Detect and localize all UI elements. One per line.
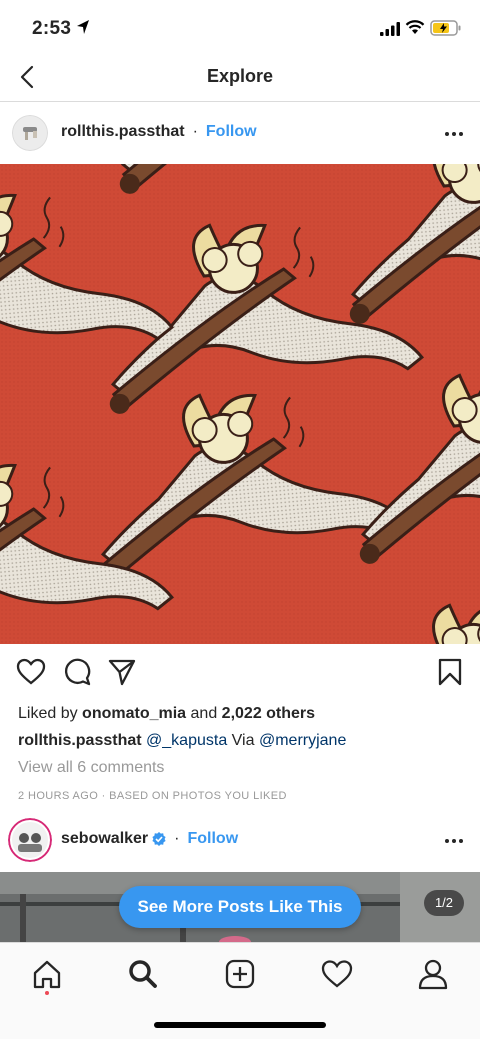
bookmark-icon[interactable] — [438, 658, 462, 686]
notification-dot — [45, 991, 49, 995]
post-username[interactable]: rollthis.passthat — [61, 123, 185, 141]
signal-icon — [380, 22, 400, 36]
separator-dot: · — [192, 123, 198, 140]
image-counter-badge: 1/2 — [424, 890, 464, 916]
post-header: rollthis.passthat · Follow — [0, 102, 480, 164]
liked-and: and — [190, 705, 218, 722]
share-icon[interactable] — [108, 658, 136, 686]
home-indicator — [154, 1022, 326, 1028]
home-icon[interactable] — [30, 957, 64, 991]
post-header: sebowalker · Follow — [0, 809, 480, 871]
battery-icon — [430, 20, 461, 36]
nav-bar: Explore — [0, 56, 480, 102]
profile-icon[interactable] — [416, 957, 450, 991]
heart-icon[interactable] — [16, 658, 46, 686]
add-post-icon[interactable] — [223, 957, 257, 991]
post-username[interactable]: sebowalker — [61, 830, 148, 848]
likes-line: Liked by onomato_mia and 2,022 others — [18, 700, 468, 727]
liked-by-label: Liked by — [18, 705, 78, 722]
page-title: Explore — [206, 66, 274, 86]
follow-button[interactable]: Follow — [187, 830, 238, 848]
post-header-line: rollthis.passthat · Follow — [61, 123, 257, 141]
comment-icon[interactable] — [63, 658, 91, 686]
post-image[interactable] — [0, 164, 480, 644]
follow-button[interactable]: Follow — [206, 123, 257, 141]
view-comments-link[interactable]: View all 6 comments — [18, 754, 468, 781]
verified-badge-icon — [152, 832, 166, 846]
separator-dot: · — [174, 830, 180, 847]
activity-heart-icon[interactable] — [320, 957, 354, 991]
caption-via: Via — [231, 732, 255, 749]
caption-line: rollthis.passthat @_kapusta Via @merryja… — [18, 727, 468, 754]
post-header-line: sebowalker · Follow — [61, 830, 238, 848]
avatar[interactable] — [8, 818, 52, 862]
location-arrow-icon — [77, 20, 89, 34]
search-icon[interactable] — [126, 957, 160, 991]
wifi-icon — [405, 20, 425, 34]
caption-mention[interactable]: @merryjane — [259, 732, 346, 749]
see-more-posts-button[interactable]: See More Posts Like This — [119, 886, 361, 928]
avatar[interactable] — [12, 115, 48, 151]
status-bar: 2:53 — [0, 0, 480, 56]
caption-mention[interactable]: @_kapusta — [146, 732, 227, 749]
liked-by-user[interactable]: onomato_mia — [82, 705, 186, 722]
more-options-icon[interactable] — [444, 831, 464, 851]
caption-username[interactable]: rollthis.passthat — [18, 732, 142, 749]
post-details: Liked by onomato_mia and 2,022 others ro… — [18, 700, 468, 810]
liked-by-others[interactable]: 2,022 others — [222, 705, 315, 722]
status-time: 2:53 — [32, 18, 72, 39]
more-options-icon[interactable] — [444, 124, 464, 144]
post-meta: 2 HOURS AGO · BASED ON PHOTOS YOU LIKED — [18, 790, 287, 802]
post-actions — [0, 652, 480, 692]
